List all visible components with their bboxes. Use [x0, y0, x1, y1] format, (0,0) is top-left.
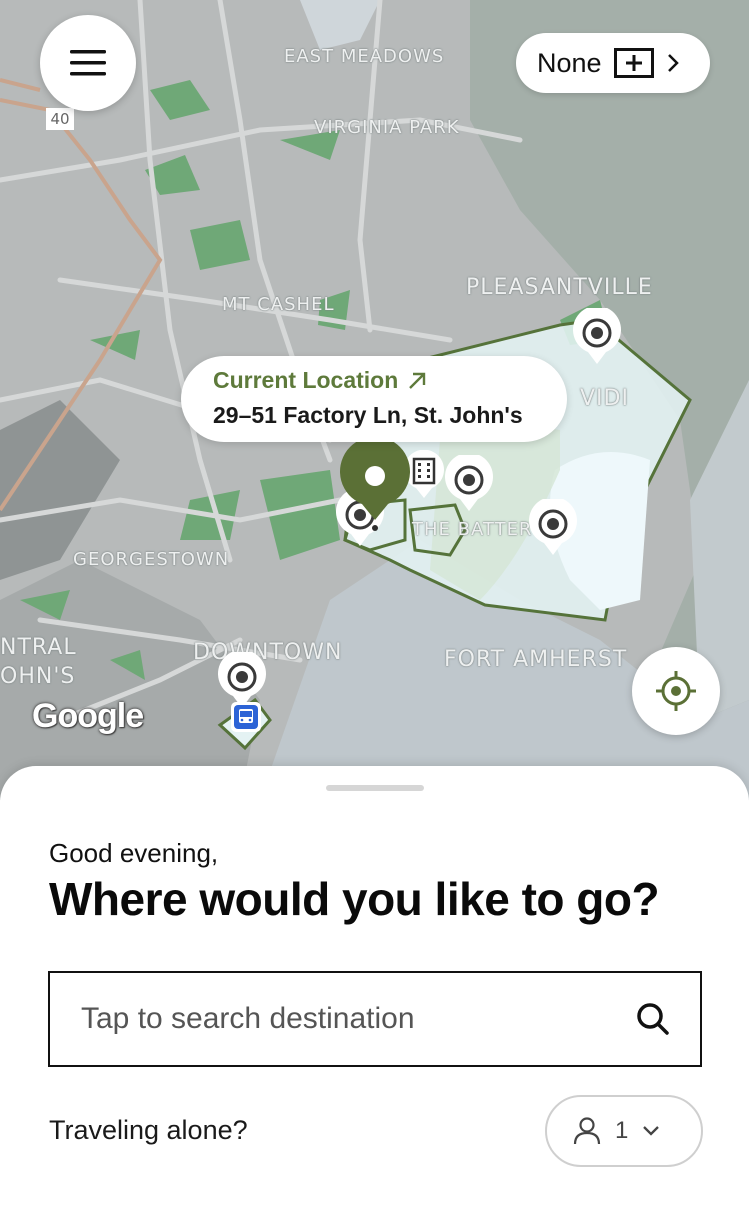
- destination-search-input[interactable]: Tap to search destination: [48, 971, 702, 1067]
- pass-selector-button[interactable]: None: [516, 33, 710, 93]
- map-label-virginia-park: VIRGINIA PARK: [314, 117, 460, 138]
- traveling-alone-label: Traveling alone?: [49, 1115, 248, 1145]
- current-location-tooltip[interactable]: Current Location 29–51 Factory Ln, St. J…: [181, 356, 567, 442]
- chevron-right-icon: [667, 54, 679, 72]
- sheet-drag-handle[interactable]: [326, 785, 424, 791]
- poi-pin-pleasantville[interactable]: [572, 308, 622, 366]
- current-location-label: Current Location: [213, 367, 399, 393]
- map-label-pleasantville: PLEASANTVILLE: [466, 275, 653, 300]
- passenger-count-select[interactable]: 1: [545, 1095, 703, 1167]
- current-location-marker[interactable]: [338, 440, 412, 532]
- person-icon: [573, 1117, 601, 1145]
- passenger-count: 1: [615, 1117, 629, 1144]
- map-label-vidi: VIDI: [580, 386, 629, 411]
- map-view[interactable]: EAST MEADOWS VIRGINIA PARK PLEASANTVILLE…: [0, 0, 749, 800]
- map-label-mt-cashel: MT CASHEL: [222, 294, 335, 315]
- plus-square-icon: [613, 48, 654, 78]
- greeting-text: Good evening,: [49, 838, 219, 868]
- map-label-downtown: DOWNTOWN: [193, 640, 343, 665]
- crosshair-icon: [656, 671, 696, 711]
- map-label-central: NTRAL: [0, 635, 77, 660]
- search-placeholder: Tap to search destination: [81, 1002, 415, 1035]
- page-title: Where would you like to go?: [49, 873, 660, 925]
- recenter-button[interactable]: [632, 647, 720, 735]
- google-logo: Google: [32, 697, 144, 735]
- arrow-up-right-icon: [409, 372, 426, 389]
- hamburger-menu-icon: [70, 50, 106, 76]
- bus-stop-icon[interactable]: [230, 701, 262, 733]
- poi-pin-battery[interactable]: [444, 455, 494, 513]
- road-shield-40: 40: [46, 108, 74, 130]
- current-location-address: 29–51 Factory Ln, St. John's: [213, 402, 523, 428]
- poi-pin-signal-hill[interactable]: [528, 499, 578, 557]
- map-label-east-meadows: EAST MEADOWS: [284, 46, 445, 67]
- chevron-down-icon: [643, 1126, 660, 1136]
- menu-button[interactable]: [40, 15, 136, 111]
- map-label-georgestown: GEORGESTOWN: [73, 549, 230, 570]
- bottom-sheet: Good evening, Where would you like to go…: [0, 766, 749, 1206]
- search-icon: [637, 1003, 669, 1035]
- pass-selector-label: None: [537, 47, 602, 78]
- map-label-fort-amherst: FORT AMHERST: [444, 647, 628, 672]
- map-label-st-johns: OHN'S: [0, 664, 76, 689]
- map-label-the-battery: THE BATTER: [412, 519, 533, 540]
- current-location-title: Current Location: [213, 367, 567, 394]
